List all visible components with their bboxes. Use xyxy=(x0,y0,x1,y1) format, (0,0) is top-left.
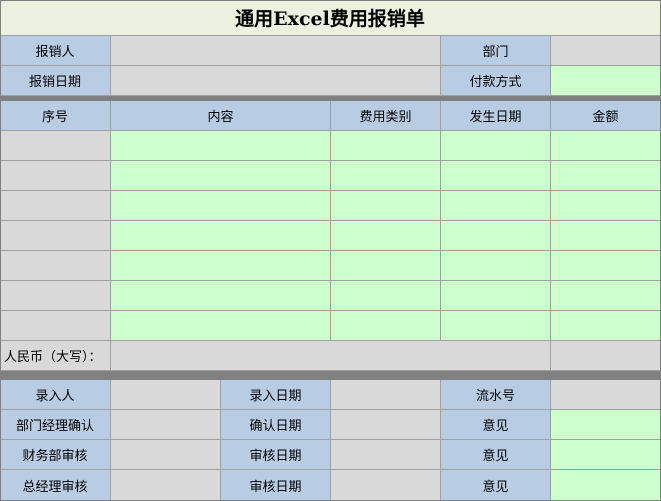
row-number-cell[interactable] xyxy=(0,281,111,311)
row-content-cell[interactable] xyxy=(111,221,331,251)
rmb-upper-field[interactable] xyxy=(111,341,551,371)
review-date-label: 审核日期 xyxy=(221,440,331,470)
entered-by-field[interactable] xyxy=(111,380,221,410)
claimant-field[interactable] xyxy=(111,36,441,66)
row-number-cell[interactable] xyxy=(0,161,111,191)
confirm-date-label: 确认日期 xyxy=(221,410,331,440)
claim-date-field[interactable] xyxy=(111,66,441,96)
opinion-label: 意见 xyxy=(441,440,551,470)
total-amount-field[interactable] xyxy=(551,341,661,371)
col-header-content: 内容 xyxy=(111,101,331,131)
row-amount-cell[interactable] xyxy=(551,131,661,161)
payment-method-field[interactable] xyxy=(551,66,661,96)
review-date-field[interactable] xyxy=(331,470,441,501)
row-category-cell[interactable] xyxy=(331,281,441,311)
row-number-cell[interactable] xyxy=(0,221,111,251)
row-amount-cell[interactable] xyxy=(551,191,661,221)
dept-manager-confirm-label: 部门经理确认 xyxy=(0,410,111,440)
row-date-cell[interactable] xyxy=(441,251,551,281)
row-category-cell[interactable] xyxy=(331,311,441,341)
gm-review-field[interactable] xyxy=(111,470,221,501)
row-amount-cell[interactable] xyxy=(551,251,661,281)
form-title: 通用Excel费用报销单 xyxy=(0,0,661,36)
row-content-cell[interactable] xyxy=(111,191,331,221)
separator-bar xyxy=(0,371,661,380)
row-category-cell[interactable] xyxy=(331,251,441,281)
entry-date-field[interactable] xyxy=(331,380,441,410)
rmb-upper-label: 人民币（大写）： xyxy=(0,341,111,371)
row-date-cell[interactable] xyxy=(441,131,551,161)
department-field[interactable] xyxy=(551,36,661,66)
row-amount-cell[interactable] xyxy=(551,221,661,251)
col-header-category: 费用类别 xyxy=(331,101,441,131)
serial-no-field[interactable] xyxy=(551,380,661,410)
expense-claim-sheet: 通用Excel费用报销单 报销人 部门 报销日期 付款方式 序号 内容 费用类别… xyxy=(0,0,661,501)
opinion-field[interactable] xyxy=(551,470,661,501)
opinion-field[interactable] xyxy=(551,440,661,470)
col-header-amount: 金额 xyxy=(551,101,661,131)
row-category-cell[interactable] xyxy=(331,161,441,191)
claimant-label: 报销人 xyxy=(0,36,111,66)
row-date-cell[interactable] xyxy=(441,311,551,341)
entry-date-label: 录入日期 xyxy=(221,380,331,410)
col-header-no: 序号 xyxy=(0,101,111,131)
row-date-cell[interactable] xyxy=(441,281,551,311)
row-category-cell[interactable] xyxy=(331,131,441,161)
row-number-cell[interactable] xyxy=(0,311,111,341)
row-number-cell[interactable] xyxy=(0,131,111,161)
row-amount-cell[interactable] xyxy=(551,281,661,311)
review-date-field[interactable] xyxy=(331,440,441,470)
finance-review-field[interactable] xyxy=(111,440,221,470)
row-number-cell[interactable] xyxy=(0,251,111,281)
row-content-cell[interactable] xyxy=(111,311,331,341)
row-content-cell[interactable] xyxy=(111,281,331,311)
opinion-label: 意见 xyxy=(441,470,551,501)
department-label: 部门 xyxy=(441,36,551,66)
claim-date-label: 报销日期 xyxy=(0,66,111,96)
opinion-field[interactable] xyxy=(551,410,661,440)
row-category-cell[interactable] xyxy=(331,221,441,251)
finance-review-label: 财务部审核 xyxy=(0,440,111,470)
row-content-cell[interactable] xyxy=(111,131,331,161)
row-content-cell[interactable] xyxy=(111,161,331,191)
payment-method-label: 付款方式 xyxy=(441,66,551,96)
row-amount-cell[interactable] xyxy=(551,161,661,191)
row-number-cell[interactable] xyxy=(0,191,111,221)
row-date-cell[interactable] xyxy=(441,161,551,191)
row-date-cell[interactable] xyxy=(441,221,551,251)
confirm-date-field[interactable] xyxy=(331,410,441,440)
row-amount-cell[interactable] xyxy=(551,311,661,341)
row-category-cell[interactable] xyxy=(331,191,441,221)
gm-review-label: 总经理审核 xyxy=(0,470,111,501)
serial-no-label: 流水号 xyxy=(441,380,551,410)
dept-manager-confirm-field[interactable] xyxy=(111,410,221,440)
row-content-cell[interactable] xyxy=(111,251,331,281)
review-date-label: 审核日期 xyxy=(221,470,331,501)
col-header-date: 发生日期 xyxy=(441,101,551,131)
entered-by-label: 录入人 xyxy=(0,380,111,410)
row-date-cell[interactable] xyxy=(441,191,551,221)
opinion-label: 意见 xyxy=(441,410,551,440)
